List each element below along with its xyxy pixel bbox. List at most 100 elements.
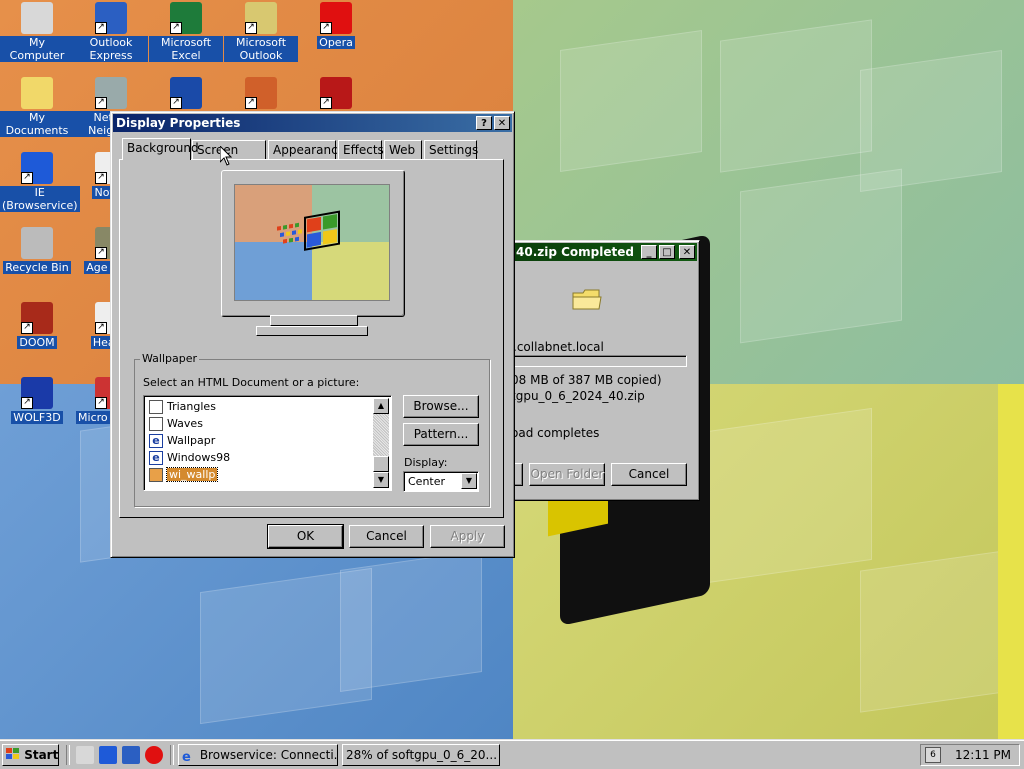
wallpaper-pane (700, 407, 872, 585)
list-item-label: Windows98 (167, 451, 231, 464)
bitmap-icon (149, 399, 163, 414)
desktop-icon[interactable]: ↗ (299, 77, 373, 111)
ok-button[interactable]: OK (267, 524, 344, 549)
desktop-icon[interactable]: ↗ (224, 77, 298, 111)
desktop-icon-label: Outlook Express (74, 36, 148, 62)
task-label: 28% of softgpu_0_6_20... (346, 748, 498, 762)
bitmap-icon (149, 416, 163, 431)
list-item[interactable]: wi_wallp (146, 466, 374, 483)
tab-appearance[interactable]: Appearance (268, 140, 345, 159)
display-properties-titlebar[interactable]: Display Properties ? ✕ (113, 114, 512, 132)
cancel-button[interactable]: Cancel (349, 525, 424, 548)
shortcut-arrow-icon: ↗ (320, 97, 332, 109)
close-button[interactable]: ✕ (494, 116, 510, 130)
start-label: Start (24, 748, 59, 762)
shortcut-arrow-icon: ↗ (95, 97, 107, 109)
tab-effects[interactable]: Effects (338, 140, 384, 159)
shortcut-arrow-icon: ↗ (95, 322, 107, 334)
outlook-express-icon: ↗ (95, 2, 127, 34)
shortcut-arrow-icon: ↗ (320, 22, 332, 34)
internet-explorer-icon[interactable] (99, 746, 117, 764)
shortcut-arrow-icon: ↗ (170, 97, 182, 109)
start-button[interactable]: Start (2, 744, 59, 766)
desktop-icon[interactable]: ↗ WOLF3D (0, 377, 74, 424)
desktop-icon[interactable]: ↗ (149, 77, 223, 111)
tab-web[interactable]: Web (384, 140, 422, 159)
download-progress-text: 08 MB of 387 MB copied) (511, 373, 662, 387)
wallpaper-pane (860, 549, 1012, 713)
show-desktop-icon[interactable] (76, 746, 94, 764)
desktop-icon-label: IE (Browservice) (0, 186, 80, 212)
shortcut-arrow-icon: ↗ (95, 22, 107, 34)
help-button[interactable]: ? (476, 116, 492, 130)
desktop-icon[interactable]: My Computer (0, 2, 74, 62)
apply-button[interactable]: Apply (430, 525, 505, 548)
desktop-icon-label: Opera (317, 36, 355, 49)
pattern-button[interactable]: Pattern... (403, 423, 479, 446)
open-folder-button[interactable]: Open Folder (529, 463, 605, 486)
desktop-icon[interactable]: ↗ DOOM (0, 302, 74, 349)
scroll-thumb[interactable] (373, 456, 389, 472)
desktop-icon[interactable]: ↗ IE (Browservice) (0, 152, 80, 212)
tab-settings[interactable]: Settings (424, 140, 478, 159)
outlook-icon: ↗ (245, 2, 277, 34)
doom-icon: ↗ (21, 302, 53, 334)
download-complete-window[interactable]: 40.zip Completed _ □ ✕ .collabnet.local … (500, 240, 700, 501)
scroll-down-arrow[interactable]: ▼ (373, 472, 389, 488)
desktop-icon-label: Microsoft Excel (149, 36, 223, 62)
browse-button[interactable]: Browse... (403, 395, 479, 418)
shortcut-arrow-icon: ↗ (245, 22, 257, 34)
list-item[interactable]: e Wallpapr (146, 432, 374, 449)
list-item-label: wi_wallp (165, 467, 219, 482)
scrollbar[interactable]: ▲ ▼ (373, 398, 389, 488)
scroll-up-arrow[interactable]: ▲ (373, 398, 389, 414)
desktop-icon[interactable]: ↗ Microsoft Excel (149, 2, 223, 62)
image-file-icon (149, 467, 163, 482)
maximize-button[interactable]: □ (659, 245, 675, 259)
taskbar-separator (170, 745, 174, 765)
shortcut-arrow-icon: ↗ (95, 172, 107, 184)
monitor-neck (270, 315, 358, 326)
download-filename: tgpu_0_6_2024_40.zip (511, 389, 645, 403)
windows-logo-icon (6, 748, 19, 759)
shortcut-arrow-icon: ↗ (170, 22, 182, 34)
list-item-label: Wallpapr (167, 434, 216, 447)
wallpaper-pane (560, 30, 702, 172)
list-item[interactable]: Waves (146, 415, 374, 432)
task-button-browservice[interactable]: e Browservice: Connecti... (178, 744, 338, 766)
desktop-icon[interactable]: ↗ Outlook Express (74, 2, 148, 62)
download-titlebar[interactable]: 40.zip Completed _ □ ✕ (503, 243, 697, 261)
desktop-icon[interactable]: ↗ Microsoft Outlook (224, 2, 298, 62)
shortcut-arrow-icon: ↗ (21, 322, 33, 334)
list-item[interactable]: e Windows98 (146, 449, 374, 466)
minimize-button[interactable]: _ (641, 245, 657, 259)
recycle-bin-icon (21, 227, 53, 259)
desktop-icon[interactable]: Recycle Bin (0, 227, 74, 274)
html-document-icon: e (149, 450, 163, 465)
desktop-icon-label: My Computer (0, 36, 74, 62)
list-item[interactable]: Triangles (146, 398, 374, 415)
outlook-express-icon[interactable] (122, 746, 140, 764)
desktop-icon-label: Microsoft Outlook (224, 36, 298, 62)
task-label: Browservice: Connecti... (199, 748, 338, 762)
my-documents-icon (21, 77, 53, 109)
desktop-icon-label: WOLF3D (11, 411, 63, 424)
desktop-icon[interactable]: ↗ Opera (299, 2, 373, 49)
wolf3d-icon: ↗ (21, 377, 53, 409)
desktop-icon[interactable]: My Documents (0, 77, 74, 137)
opera-icon[interactable] (145, 746, 163, 764)
task-button-download[interactable]: 28% of softgpu_0_6_20... (342, 744, 500, 766)
clock[interactable]: 12:11 PM (955, 748, 1011, 762)
close-button[interactable]: ✕ (679, 245, 695, 259)
tab-background[interactable]: Background (122, 138, 199, 160)
internet-explorer-icon: e (182, 750, 191, 765)
opera-icon: ↗ (320, 2, 352, 34)
download-cancel-button[interactable]: Cancel (611, 463, 687, 486)
display-mode-select[interactable]: Center ▼ (403, 471, 479, 492)
monitor-base (256, 326, 368, 336)
wallpaper-list: Triangles Waves e Wallpapr e Windows98 wi_wall… (146, 398, 374, 483)
wallpaper-listbox[interactable]: Triangles Waves e Wallpapr e Windows98 wi_wall… (143, 395, 392, 491)
chevron-down-icon[interactable]: ▼ (461, 473, 477, 489)
wallpaper-pane (340, 550, 482, 692)
volume-icon[interactable]: 6 (925, 747, 941, 763)
